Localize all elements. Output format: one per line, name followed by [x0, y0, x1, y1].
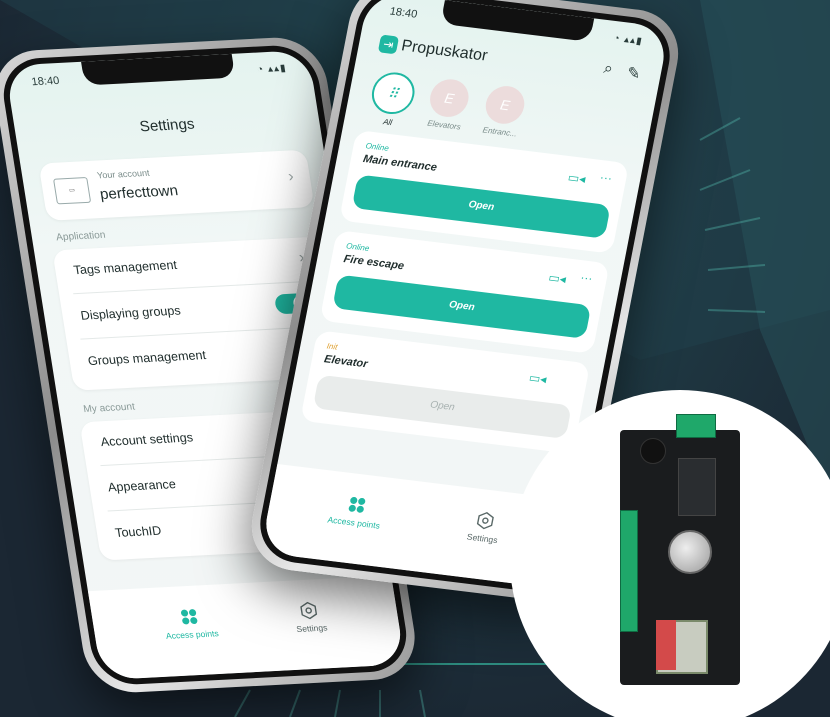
- page-title: Settings: [138, 115, 196, 136]
- app-brand: ⇥ Propuskator: [377, 34, 489, 65]
- section-application: Application: [55, 229, 107, 244]
- settings-hex-icon: [300, 601, 318, 620]
- tab-label: Settings: [295, 622, 329, 635]
- video-camera-icon[interactable]: ▭◂: [528, 370, 548, 386]
- tab-access-points[interactable]: Access points: [327, 493, 385, 531]
- coin-battery-icon: [668, 530, 712, 574]
- access-point-name: Fire escape: [342, 253, 406, 273]
- access-point-name: Elevator: [323, 353, 369, 371]
- row-label: TouchID: [114, 523, 163, 540]
- signal-icon: ◔ ▴▴▮: [256, 62, 288, 76]
- row-label: Groups management: [86, 348, 207, 369]
- group-elevators-icon: E: [426, 77, 472, 120]
- more-options-icon[interactable]: ···: [599, 170, 614, 185]
- group-label: Elevators: [426, 118, 462, 132]
- settings-hex-icon: [477, 512, 495, 530]
- group-label: All: [382, 117, 393, 128]
- section-my-account: My account: [82, 401, 136, 416]
- promo-scene: 18:40 ◔ ▴▴▮ Settings ▭ Your account perf…: [0, 0, 830, 717]
- notch: [81, 53, 236, 86]
- tab-label: Access points: [326, 514, 381, 531]
- account-logo-icon: ▭: [52, 176, 92, 205]
- grid-icon: [181, 609, 198, 625]
- grid-icon: [348, 497, 366, 513]
- status-init: Init: [325, 341, 339, 352]
- edit-pencil-icon[interactable]: ✎: [625, 63, 642, 84]
- status-online: Online: [345, 241, 371, 254]
- terminal-block-top: [676, 414, 716, 438]
- signal-icon: ◔ ▴▴▮: [612, 32, 644, 48]
- terminal-block-side: [620, 510, 638, 632]
- group-entrances-icon: E: [482, 83, 528, 126]
- more-options-icon[interactable]: ···: [579, 270, 594, 285]
- row-label: Appearance: [106, 477, 177, 495]
- tab-settings[interactable]: Settings: [292, 601, 328, 634]
- tab-access-points[interactable]: Access points: [162, 607, 220, 641]
- video-camera-icon[interactable]: ▭◂: [567, 170, 587, 186]
- row-label: Tags management: [72, 257, 178, 278]
- row-label: Displaying groups: [79, 303, 182, 323]
- account-label: Your account: [96, 167, 151, 181]
- buzzer-icon: [640, 438, 666, 464]
- group-all-icon: ⠿: [368, 70, 419, 117]
- status-time: 18:40: [30, 74, 61, 89]
- status-time: 18:40: [388, 5, 419, 21]
- controller-board: [620, 414, 740, 685]
- account-name: perfecttown: [98, 182, 180, 204]
- brand-logo-icon: ⇥: [377, 34, 400, 55]
- tab-label: Access points: [165, 628, 220, 641]
- account-card[interactable]: ▭ Your account perfecttown ›: [38, 149, 315, 221]
- tab-label: Settings: [466, 531, 499, 546]
- status-online: Online: [364, 141, 390, 153]
- relay-icon: [678, 458, 716, 516]
- brand-name: Propuskator: [399, 37, 489, 65]
- tab-bar: Access points Settings: [87, 575, 406, 681]
- search-icon[interactable]: ⌕: [602, 60, 614, 79]
- group-label: Entranc...: [481, 125, 518, 139]
- chevron-right-icon: ›: [286, 168, 295, 186]
- group-all[interactable]: ⠿ All: [362, 70, 422, 130]
- notch: [440, 0, 595, 42]
- sim-holder-icon: [656, 620, 676, 670]
- group-elevators[interactable]: E Elevators: [418, 76, 477, 132]
- group-entrances[interactable]: E Entranc...: [474, 83, 533, 139]
- row-label: Account settings: [99, 430, 194, 450]
- tab-settings[interactable]: Settings: [466, 510, 503, 545]
- video-camera-icon[interactable]: ▭◂: [547, 270, 567, 286]
- access-point-card: Init Elevator ▭◂ Open: [300, 330, 591, 454]
- access-point-name: Main entrance: [361, 153, 438, 174]
